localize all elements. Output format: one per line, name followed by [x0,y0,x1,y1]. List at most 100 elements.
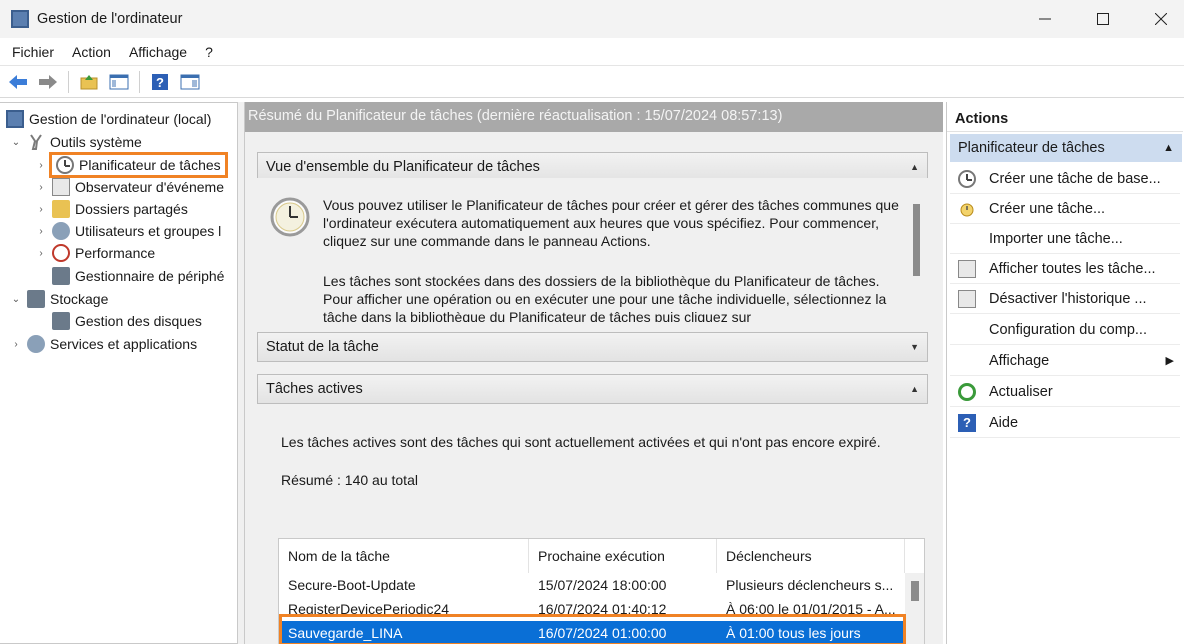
tree-item-utilisateurs[interactable]: › Utilisateurs et groupes l [34,220,221,242]
action-refresh[interactable]: Actualiser [950,377,1180,407]
chevron-right-icon[interactable]: › [34,248,48,259]
back-button[interactable] [6,70,30,94]
tree-item-label: Gestion de l'ordinateur (local) [29,111,212,127]
table-row-selected[interactable]: Sauvegarde_LINA 16/07/2024 01:00:00 À 01… [279,621,905,644]
action-create-basic-task[interactable]: Créer une tâche de base... [950,164,1180,194]
active-tasks-section-header[interactable]: Tâches actives ▲ [257,374,928,404]
maximize-button[interactable] [1079,0,1126,38]
forward-button[interactable] [36,70,60,94]
running-tasks-icon [958,259,976,278]
tree-item-label: Stockage [50,291,109,307]
action-display-all-running[interactable]: Afficher toutes les tâche... [950,254,1180,284]
chevron-right-icon[interactable]: › [34,226,48,237]
action-configure-account[interactable]: Configuration du comp... [950,315,1180,345]
table-row[interactable]: Secure-Boot-Update 15/07/2024 18:00:00 P… [279,573,905,597]
cell-next-run: 15/07/2024 18:00:00 [538,577,667,593]
import-task-icon [958,230,976,248]
show-hide-action-pane-icon [180,74,200,89]
tree-item-label: Outils système [50,134,142,150]
window-controls [1010,0,1184,38]
action-create-task[interactable]: Créer une tâche... [950,194,1180,224]
status-section-header[interactable]: Statut de la tâche ▼ [257,332,928,362]
tools-icon [27,133,45,151]
toolbar: ? [0,66,1184,98]
shared-folder-icon [52,200,70,218]
tree-item-planificateur[interactable]: › Planificateur de tâches [34,151,228,179]
tree-item-label: Gestion des disques [75,313,202,329]
device-manager-icon [52,267,70,285]
chevron-right-icon[interactable]: › [34,160,48,171]
column-header-name[interactable]: Nom de la tâche [279,539,529,573]
chevron-down-icon[interactable]: ⌄ [9,137,23,148]
active-tasks-table: Nom de la tâche Prochaine exécution Décl… [278,538,925,644]
help-button[interactable]: ? [148,70,172,94]
actions-pane: Actions Planificateur de tâches ▲ Créer … [946,102,1184,644]
action-import-task[interactable]: Importer une tâche... [950,224,1180,254]
active-tasks-summary: Résumé : 140 au total [281,472,418,488]
show-hide-action-pane-button[interactable] [178,70,202,94]
action-label: Configuration du comp... [989,321,1147,338]
collapse-up-icon[interactable]: ▲ [910,153,919,181]
action-label: Créer une tâche de base... [989,170,1161,187]
action-label: Importer une tâche... [989,230,1123,247]
chevron-right-icon[interactable]: › [9,339,23,350]
actions-group-header[interactable]: Planificateur de tâches ▲ [950,134,1182,162]
configure-icon [958,321,976,339]
svg-text:?: ? [156,75,164,90]
clock-icon [56,156,74,174]
tree-item-label: Planificateur de tâches [79,157,221,173]
menu-affichage[interactable]: Affichage [120,38,196,66]
table-scrollbar[interactable] [905,573,924,644]
chevron-down-icon[interactable]: ⌄ [9,294,23,305]
summary-pane: Résumé du Planificateur de tâches (derni… [244,102,943,644]
minimize-button[interactable] [1021,0,1068,38]
menu-action[interactable]: Action [63,38,120,66]
event-viewer-icon [52,178,70,196]
tree-item-performance[interactable]: › Performance [34,242,155,264]
table-row[interactable]: RegisterDevicePeriodic24 16/07/2024 01:4… [279,597,905,621]
show-hide-tree-button[interactable] [107,70,131,94]
cell-triggers: À 01:00 tous les jours [726,625,861,641]
cell-next-run: 16/07/2024 01:00:00 [538,625,667,641]
chevron-right-icon[interactable]: › [34,182,48,193]
menu-bar: Fichier Action Affichage ? [0,38,1184,66]
submenu-arrow-icon: ▶ [1165,355,1174,367]
collapse-up-icon[interactable]: ▲ [910,375,919,403]
expand-down-icon[interactable]: ▼ [910,333,919,361]
scrollbar-thumb[interactable] [911,581,919,601]
action-disable-history[interactable]: Désactiver l'historique ... [950,284,1180,314]
action-help[interactable]: ? Aide [950,408,1180,438]
disk-management-icon [52,312,70,330]
console-tree: Gestion de l'ordinateur (local) ⌄ Outils… [0,102,238,644]
show-hide-tree-icon [109,74,129,89]
tree-item-label: Gestionnaire de périphé [75,268,225,284]
close-button[interactable] [1137,0,1184,38]
create-basic-task-icon [958,169,976,188]
menu-help[interactable]: ? [196,38,222,66]
column-header-next-run[interactable]: Prochaine exécution [529,539,717,573]
tree-item-dossiers-partages[interactable]: › Dossiers partagés [34,198,188,220]
chevron-right-icon[interactable]: › [34,204,48,215]
tree-item-observateur[interactable]: › Observateur d'événeme [34,176,224,198]
collapse-up-icon[interactable]: ▲ [1163,134,1174,162]
tree-item-outils-systeme[interactable]: ⌄ Outils système [9,131,142,153]
overview-scrollbar[interactable] [909,178,925,322]
tree-item-gestionnaire[interactable]: Gestionnaire de périphé [34,265,224,287]
scrollbar-thumb[interactable] [913,204,920,276]
computer-management-icon [6,110,24,128]
active-tasks-section-title: Tâches actives [266,381,363,397]
action-view[interactable]: Affichage ▶ [950,346,1180,376]
summary-header: Résumé du Planificateur de tâches (derni… [245,102,943,132]
column-header-triggers[interactable]: Déclencheurs [717,539,905,573]
tree-item-stockage[interactable]: ⌄ Stockage [9,288,108,310]
cell-triggers: À 06:00 le 01/01/2015 - A... [726,601,896,617]
up-folder-button[interactable] [77,70,101,94]
tree-item-root[interactable]: Gestion de l'ordinateur (local) [6,108,211,130]
status-section-title: Statut de la tâche [266,339,379,355]
menu-fichier[interactable]: Fichier [3,38,63,66]
tree-item-services[interactable]: › Services et applications [9,333,197,355]
cell-next-run: 16/07/2024 01:40:12 [538,601,667,617]
clock-icon [270,197,310,237]
tree-item-gestion-disques[interactable]: Gestion des disques [34,310,202,332]
performance-icon [52,244,70,262]
